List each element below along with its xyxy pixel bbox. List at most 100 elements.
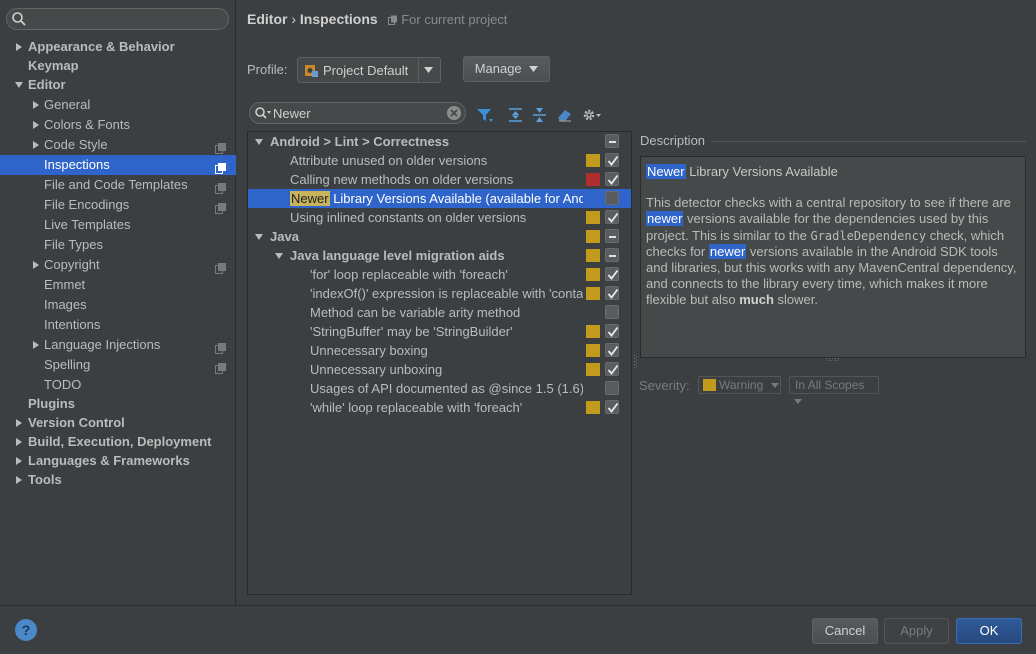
- sidebar-item[interactable]: Version Control: [0, 413, 236, 433]
- enabled-checkbox[interactable]: [605, 229, 619, 243]
- sidebar-item-label: Copyright: [44, 257, 100, 272]
- enabled-checkbox[interactable]: [605, 191, 619, 205]
- enabled-checkbox[interactable]: [605, 267, 619, 281]
- collapsed-arrow-icon[interactable]: [31, 100, 41, 110]
- splitter-grip-icon[interactable]: [634, 355, 638, 369]
- sidebar-item[interactable]: Editor: [0, 75, 236, 95]
- collapsed-arrow-icon[interactable]: [14, 456, 24, 466]
- enabled-checkbox[interactable]: [605, 343, 619, 357]
- settings-gear-icon[interactable]: [581, 106, 603, 124]
- sidebar-item[interactable]: Live Templates: [0, 215, 236, 235]
- expanded-arrow-icon[interactable]: [254, 137, 264, 147]
- collapsed-arrow-icon[interactable]: [31, 260, 41, 270]
- severity-dropdown[interactable]: Warning: [698, 376, 781, 394]
- sidebar-item[interactable]: Tools: [0, 470, 236, 490]
- sidebar-item[interactable]: Images: [0, 295, 236, 315]
- sidebar-item[interactable]: Inspections: [0, 155, 236, 175]
- collapsed-arrow-icon[interactable]: [31, 140, 41, 150]
- settings-search-input[interactable]: [6, 8, 229, 30]
- inspection-row[interactable]: Java language level migration aids: [248, 246, 631, 265]
- sidebar-item[interactable]: Code Style: [0, 135, 236, 155]
- inspection-label-text: 'for' loop replaceable with 'foreach': [310, 267, 508, 282]
- inspection-row[interactable]: 'while' loop replaceable with 'foreach': [248, 398, 631, 417]
- sidebar-item-label: Language Injections: [44, 337, 161, 352]
- sidebar-item[interactable]: File and Code Templates: [0, 175, 236, 195]
- sidebar-item[interactable]: Language Injections: [0, 335, 236, 355]
- collapsed-arrow-icon[interactable]: [31, 120, 41, 130]
- inspection-row[interactable]: Method can be variable arity method: [248, 303, 631, 322]
- collapsed-arrow-icon[interactable]: [14, 475, 24, 485]
- sidebar-item-label: Languages & Frameworks: [28, 453, 190, 468]
- help-button[interactable]: ?: [15, 619, 37, 641]
- enabled-checkbox[interactable]: [605, 324, 619, 338]
- inspection-filter-input[interactable]: Newer: [249, 102, 466, 124]
- sidebar-item[interactable]: Colors & Fonts: [0, 115, 236, 135]
- inspection-row[interactable]: Usages of API documented as @since 1.5 (…: [248, 379, 631, 398]
- inspection-label-text: Attribute unused on older versions: [290, 153, 488, 168]
- sidebar-item[interactable]: Plugins: [0, 394, 236, 414]
- inspection-label: 'for' loop replaceable with 'foreach': [310, 265, 583, 284]
- description-keyword: newer: [708, 243, 747, 259]
- enabled-checkbox[interactable]: [605, 172, 619, 186]
- project-copy-icon: [387, 15, 397, 25]
- sidebar-item[interactable]: File Encodings: [0, 195, 236, 215]
- collapsed-arrow-icon[interactable]: [31, 340, 41, 350]
- enabled-checkbox[interactable]: [605, 305, 619, 319]
- cancel-button[interactable]: Cancel: [812, 618, 878, 644]
- resize-grip-icon[interactable]: [826, 358, 840, 362]
- inspection-row[interactable]: 'for' loop replaceable with 'foreach': [248, 265, 631, 284]
- enabled-checkbox[interactable]: [605, 362, 619, 376]
- inspection-row[interactable]: Calling new methods on older versions: [248, 170, 631, 189]
- inspection-row[interactable]: Newer Library Versions Available (availa…: [248, 189, 631, 208]
- expanded-arrow-icon[interactable]: [254, 232, 264, 242]
- apply-button[interactable]: Apply: [884, 618, 949, 644]
- sidebar-item[interactable]: Spelling: [0, 355, 236, 375]
- expanded-arrow-icon[interactable]: [14, 80, 24, 90]
- profile-dropdown[interactable]: Project Default: [297, 57, 441, 83]
- expand-all-icon[interactable]: [507, 106, 525, 124]
- inspection-row[interactable]: 'indexOf()' expression is replaceable wi…: [248, 284, 631, 303]
- enabled-checkbox[interactable]: [605, 248, 619, 262]
- collapse-all-icon[interactable]: [531, 106, 549, 124]
- sidebar-item[interactable]: Appearance & Behavior: [0, 37, 236, 57]
- scope-dropdown[interactable]: In All Scopes: [789, 376, 879, 404]
- sidebar-item[interactable]: Intentions: [0, 315, 236, 335]
- enabled-checkbox[interactable]: [605, 210, 619, 224]
- inspection-row[interactable]: Attribute unused on older versions: [248, 151, 631, 170]
- manage-button[interactable]: Manage: [463, 56, 550, 82]
- inspection-row[interactable]: Java: [248, 227, 631, 246]
- inspection-row[interactable]: 'StringBuffer' may be 'StringBuilder': [248, 322, 631, 341]
- profile-icon: [305, 65, 318, 77]
- reset-icon[interactable]: [556, 106, 574, 124]
- inspection-row[interactable]: Android > Lint > Correctness: [248, 132, 631, 151]
- enabled-checkbox[interactable]: [605, 153, 619, 167]
- collapsed-arrow-icon[interactable]: [14, 42, 24, 52]
- collapsed-arrow-icon[interactable]: [14, 437, 24, 447]
- inspection-label-text: 'StringBuffer' may be 'StringBuilder': [310, 324, 513, 339]
- inspection-label-text: Using inlined constants on older version…: [290, 210, 527, 225]
- expanded-arrow-icon[interactable]: [274, 251, 284, 261]
- enabled-checkbox[interactable]: [605, 286, 619, 300]
- sidebar-item[interactable]: Keymap: [0, 56, 236, 76]
- inspection-row[interactable]: Using inlined constants on older version…: [248, 208, 631, 227]
- sidebar-item[interactable]: General: [0, 95, 236, 115]
- sidebar-item-label: File and Code Templates: [44, 177, 188, 192]
- crumb-editor[interactable]: Editor: [247, 11, 287, 27]
- inspection-row[interactable]: Unnecessary unboxing: [248, 360, 631, 379]
- sidebar-item-label: Version Control: [28, 415, 125, 430]
- sidebar-item[interactable]: Languages & Frameworks: [0, 451, 236, 471]
- sidebar-item[interactable]: TODO: [0, 375, 236, 395]
- sidebar-item[interactable]: Build, Execution, Deployment: [0, 432, 236, 452]
- profile-value: Project Default: [323, 63, 409, 78]
- sidebar-item[interactable]: File Types: [0, 235, 236, 255]
- enabled-checkbox[interactable]: [605, 134, 619, 148]
- collapsed-arrow-icon[interactable]: [14, 418, 24, 428]
- enabled-checkbox[interactable]: [605, 381, 619, 395]
- ok-button[interactable]: OK: [956, 618, 1022, 644]
- enabled-checkbox[interactable]: [605, 400, 619, 414]
- sidebar-item[interactable]: Emmet: [0, 275, 236, 295]
- inspection-row[interactable]: Unnecessary boxing: [248, 341, 631, 360]
- filter-icon[interactable]: [476, 106, 494, 124]
- clear-icon[interactable]: [446, 105, 462, 121]
- sidebar-item[interactable]: Copyright: [0, 255, 236, 275]
